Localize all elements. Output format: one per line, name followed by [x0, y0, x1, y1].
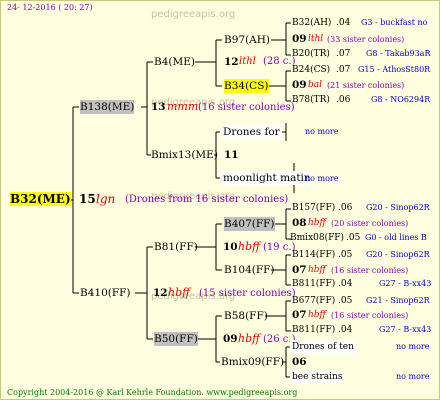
gen3-queen[interactable]: B58(FF) [224, 309, 268, 323]
gen3-queen[interactable]: B104(FF) [224, 263, 275, 277]
gen3-sisters: (28 c.) [263, 56, 296, 67]
gen1-mating: hbff [168, 286, 190, 299]
gen4-num: .04 [338, 279, 353, 289]
gen4-code: G20 - Sinop62R [366, 250, 430, 259]
gen4-code: G8 - NO6294R [371, 95, 431, 104]
gen4-num: .05 [338, 296, 353, 306]
gen4-queen[interactable]: Drones of ten [290, 340, 356, 354]
gen3-mating: hbff [308, 265, 326, 275]
print-date: 24- 12-2016 ( 20: 27) [7, 3, 93, 12]
gen2-gen: 10 [223, 241, 238, 253]
gen3-note: no more [305, 127, 339, 136]
gen4-num: .05 [346, 233, 361, 243]
gen1-gen: 13 [151, 101, 166, 113]
gen3-sisters: (16 sister colonies) [331, 311, 409, 320]
gen3-mating: hbff [308, 218, 326, 228]
gen4-queen[interactable]: Bmix08(FF) [290, 231, 344, 245]
gen4-num: .07 [336, 49, 351, 59]
gen1-mating: mmm [167, 100, 199, 113]
gen4-queen[interactable]: B32(AH) [292, 16, 331, 30]
gen4-queen[interactable]: B24(CS) [292, 63, 330, 77]
gen4-num: .05 [338, 250, 353, 260]
gen4-code: G27 - B-xx43 [379, 279, 432, 288]
gen4-code: G8 - Takab93aR [366, 49, 431, 58]
gen1-sisters: (15 sister colonies) [199, 288, 296, 299]
gen4-queen[interactable]: B20(TR) [292, 47, 330, 61]
root-queen[interactable]: B32(ME) [10, 192, 71, 206]
gen3-queen[interactable]: moonlight matin [221, 171, 313, 185]
gen4-num: .06 [338, 203, 353, 213]
copyright: Copyright 2004-2016 @ Karl Kehrle Founda… [7, 388, 298, 397]
gen3-gen: 06 [292, 356, 307, 368]
gen2-queen[interactable]: B50(FF) [154, 332, 198, 346]
gen4-code: no more [396, 372, 430, 381]
root-drones: (Drones from 16 sister colonies) [125, 194, 289, 205]
gen1-queen[interactable]: B410(FF) [80, 286, 131, 300]
gen4-queen[interactable]: B811(FF) [292, 323, 335, 337]
gen3-queen[interactable]: B407(FF) [224, 217, 275, 231]
gen4-queen[interactable]: B78(TR) [292, 93, 330, 107]
gen3-gen: 07 [292, 264, 307, 276]
gen3-queen[interactable]: Drones for [221, 125, 282, 139]
gen2-gen: 11 [224, 149, 239, 161]
gen1-sisters: (16 sister colonies) [198, 102, 295, 113]
gen1-queen[interactable]: B138(ME) [80, 100, 135, 114]
gen4-queen[interactable]: B811(FF) [292, 277, 335, 291]
gen1-gen: 12 [153, 287, 168, 299]
gen2-gen: 09 [223, 333, 238, 345]
gen3-queen[interactable]: B34(CS) [224, 79, 269, 93]
gen3-gen: 08 [292, 217, 307, 229]
pedigree-frame: pedigreeapis.org pedigreeapis.org pedigr… [0, 0, 440, 400]
gen3-queen[interactable]: Bmix09(FF) [221, 355, 284, 369]
gen4-code: G3 - buckfast no [361, 18, 428, 27]
gen4-gen: 09 [292, 33, 307, 45]
gen4-code: G21 - Sinop62R [366, 296, 430, 305]
root-mating: lgn [96, 192, 116, 206]
gen2-queen[interactable]: B4(ME) [154, 55, 195, 69]
gen3-sisters: (16 sister colonies) [331, 266, 409, 275]
gen4-sisters: (33 sister colonies) [327, 35, 405, 44]
gen2-queen[interactable]: B81(FF) [154, 240, 198, 254]
gen4-num: .04 [338, 325, 353, 335]
gen2-queen[interactable]: Bmix13(ME) [151, 148, 218, 162]
gen3-queen[interactable]: B97(AH) [224, 33, 270, 47]
gen3-sisters: (21 sister colonies) [327, 81, 405, 90]
gen4-queen[interactable]: B677(FF) [292, 294, 335, 308]
gen4-code: G27 - B-xx43 [379, 325, 432, 334]
gen4-num: .06 [336, 95, 351, 105]
gen3-mating: lthl [239, 56, 256, 67]
root-gen: 15 [79, 192, 96, 206]
gen4-queen[interactable]: bee strains [290, 370, 345, 384]
gen3-mating: hbff [308, 310, 326, 320]
gen4-num: .07 [336, 65, 351, 75]
gen4-code: G15 - AthosSt80R [358, 65, 431, 74]
gen4-queen[interactable]: B114(FF) [292, 248, 335, 262]
gen3-sisters: (20 sister colonies) [331, 219, 409, 228]
gen3-mating: bal [308, 80, 323, 90]
gen4-queen[interactable]: B157(FF) [292, 201, 335, 215]
gen4-code: G20 - Sinop62R [366, 203, 430, 212]
gen3-gen: 12 [224, 56, 239, 68]
gen2-mating: hbff [238, 240, 260, 253]
gen3-gen: 07 [292, 309, 307, 321]
gen3-note: no more [305, 174, 339, 183]
gen3-gen: 09 [292, 79, 307, 91]
gen4-num: .04 [336, 18, 351, 28]
gen4-code: G0 - old lines B [365, 233, 427, 242]
gen2-mating: hbff [238, 332, 260, 345]
gen4-mating: lthl [308, 34, 324, 44]
gen4-code: no more [396, 342, 430, 351]
